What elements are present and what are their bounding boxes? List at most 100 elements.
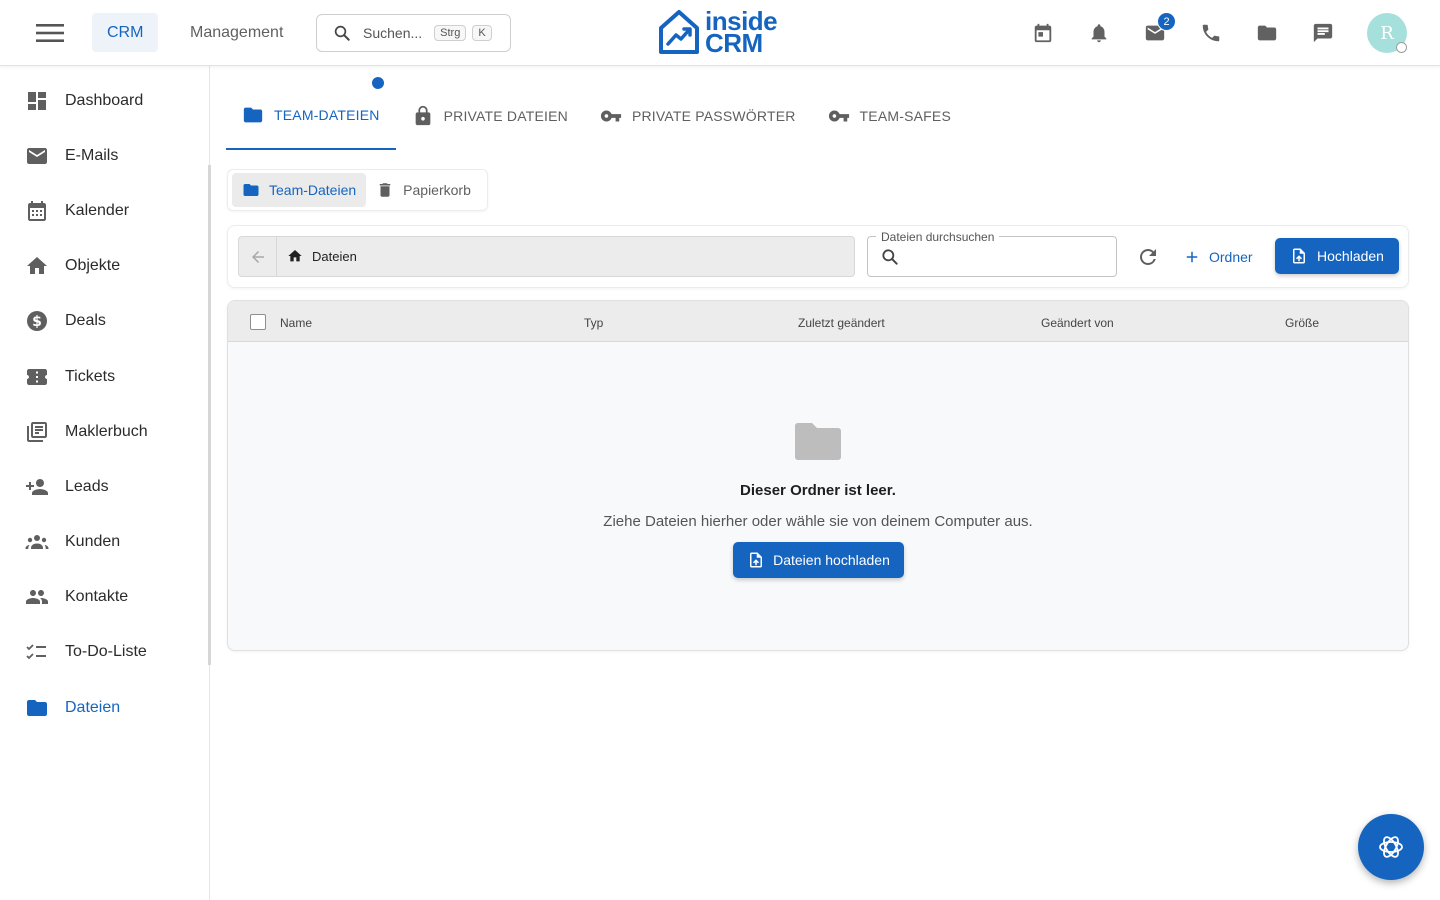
tab-indicator-dot: [370, 75, 386, 91]
sidebar-item-kunden[interactable]: Kunden: [0, 518, 209, 566]
sidebar-item-maklerbuch[interactable]: Maklerbuch: [0, 408, 209, 456]
library-icon: [27, 422, 47, 442]
phone-button[interactable]: [1197, 19, 1225, 47]
empty-state-title: Dieser Ordner ist leer.: [740, 482, 896, 499]
sidebar-item-label: Kontakte: [65, 588, 129, 605]
sidebar-item-leads[interactable]: Leads: [0, 463, 209, 511]
tab-private-dateien[interactable]: PRIVATE DATEIEN: [396, 82, 584, 150]
calendar-icon: [1034, 23, 1052, 43]
select-all-checkbox[interactable]: [250, 314, 266, 330]
ai-assistant-button[interactable]: [1358, 814, 1424, 880]
shortcut-key-mod: Strg: [434, 25, 467, 41]
folder-icon: [243, 107, 263, 123]
avatar-status-indicator: [1396, 42, 1407, 53]
arrow-back-icon: [251, 250, 264, 263]
tab-label: PRIVATE PASSWÖRTER: [631, 108, 796, 124]
breadcrumb: Dateien: [238, 236, 855, 277]
folder-icon: [1257, 25, 1277, 41]
folder-icon: [27, 700, 47, 716]
nav-tab-management[interactable]: Management: [175, 13, 298, 52]
sidebar-item-dateien[interactable]: Dateien: [0, 684, 209, 732]
chat-button[interactable]: [1309, 19, 1337, 47]
sidebar: Dashboard E-Mails Kalender Objekte $ Dea…: [0, 66, 210, 900]
nav-tab-crm[interactable]: CRM: [92, 13, 159, 52]
home-icon[interactable]: [287, 248, 303, 264]
tab-team-safes[interactable]: TEAM-SAFES: [812, 82, 967, 150]
mail-unread-badge: 2: [1157, 12, 1176, 31]
file-tabs: TEAM-DATEIEN PRIVATE DATEIEN PRIVATE PAS…: [226, 82, 967, 152]
lock-icon: [415, 105, 430, 126]
sidebar-item-todo-liste[interactable]: To-Do-Liste: [0, 628, 209, 676]
sidebar-item-emails[interactable]: E-Mails: [0, 132, 209, 180]
mail-icon: [27, 148, 47, 164]
empty-folder-icon: [795, 423, 841, 460]
new-folder-label: Ordner: [1209, 249, 1253, 265]
file-search-field[interactable]: Dateien durchsuchen: [867, 230, 1117, 277]
menu-icon: [36, 24, 64, 42]
groups-icon: [25, 535, 49, 549]
column-header-groesse[interactable]: Größe: [1285, 316, 1319, 330]
file-search-label: Dateien durchsuchen: [876, 230, 1000, 244]
subnav-papierkorb[interactable]: Papierkorb: [366, 173, 481, 207]
column-header-typ[interactable]: Typ: [584, 316, 603, 330]
ticket-icon: [27, 369, 47, 385]
tab-label: TEAM-DATEIEN: [274, 107, 380, 123]
folder-icon: [243, 184, 259, 196]
calendar-button[interactable]: [1029, 19, 1057, 47]
tab-private-passwoerter[interactable]: PRIVATE PASSWÖRTER: [584, 82, 812, 150]
global-search-input[interactable]: Suchen... Strg K: [316, 14, 511, 52]
empty-state-subtitle: Ziehe Dateien hierher oder wähle sie von…: [603, 513, 1033, 530]
sub-navigation: Team-Dateien Papierkorb: [227, 169, 488, 211]
people-icon: [26, 590, 48, 604]
plus-icon: [1186, 251, 1198, 263]
sidebar-item-deals[interactable]: $ Deals: [0, 297, 209, 345]
search-placeholder: Suchen...: [363, 25, 423, 41]
bell-icon: [1091, 24, 1107, 43]
tab-label: PRIVATE DATEIEN: [443, 108, 568, 124]
calendar-icon: [28, 201, 46, 221]
app-logo[interactable]: inside CRM: [657, 8, 778, 56]
sidebar-item-label: Kunden: [65, 533, 121, 550]
search-icon: [334, 25, 350, 41]
upload-label: Hochladen: [1317, 248, 1384, 264]
sidebar-item-label: Kalender: [65, 202, 130, 219]
upload-button[interactable]: Hochladen: [1275, 238, 1399, 274]
sidebar-item-label: Dateien: [65, 699, 121, 716]
column-header-name[interactable]: Name: [280, 316, 312, 330]
sidebar-item-label: Dashboard: [65, 92, 144, 109]
new-folder-button[interactable]: Ordner: [1183, 243, 1253, 271]
sidebar-item-kontakte[interactable]: Kontakte: [0, 573, 209, 621]
sidebar-item-label: To-Do-Liste: [65, 643, 147, 660]
refresh-icon[interactable]: [1136, 245, 1160, 269]
sidebar-scrollbar[interactable]: [208, 165, 211, 665]
subnav-team-dateien[interactable]: Team-Dateien: [232, 173, 367, 207]
key-icon: [828, 110, 849, 122]
upload-file-icon: [750, 552, 763, 568]
dollar-icon: $: [27, 311, 47, 331]
house-icon: [27, 257, 47, 274]
phone-icon: [1202, 24, 1220, 42]
column-header-zuletzt-geaendert[interactable]: Zuletzt geändert: [798, 316, 885, 330]
upload-files-label: Dateien hochladen: [773, 552, 890, 568]
column-header-geaendert-von[interactable]: Geändert von: [1041, 316, 1114, 330]
chat-icon: [1313, 23, 1333, 43]
hamburger-menu-button[interactable]: [30, 16, 70, 50]
sidebar-item-objekte[interactable]: Objekte: [0, 242, 209, 290]
files-button[interactable]: [1253, 19, 1281, 47]
trash-icon: [379, 183, 391, 197]
notifications-button[interactable]: [1085, 19, 1113, 47]
key-icon: [600, 110, 622, 122]
ai-assistant-icon: [1379, 836, 1403, 858]
back-button[interactable]: [239, 237, 277, 276]
sidebar-item-label: Tickets: [65, 368, 116, 385]
breadcrumb-current[interactable]: Dateien: [312, 249, 357, 264]
sidebar-item-kalender[interactable]: Kalender: [0, 187, 209, 235]
dashboard-icon: [28, 92, 46, 110]
sidebar-item-dashboard[interactable]: Dashboard: [0, 77, 209, 125]
tab-team-dateien[interactable]: TEAM-DATEIEN: [226, 82, 396, 150]
sidebar-item-tickets[interactable]: Tickets: [0, 353, 209, 401]
upload-file-icon: [1293, 248, 1306, 264]
logo-house-icon: [659, 10, 699, 54]
file-toolbar: Dateien Dateien durchsuchen Ordner Hochl…: [227, 225, 1409, 288]
upload-files-button[interactable]: Dateien hochladen: [733, 542, 904, 578]
